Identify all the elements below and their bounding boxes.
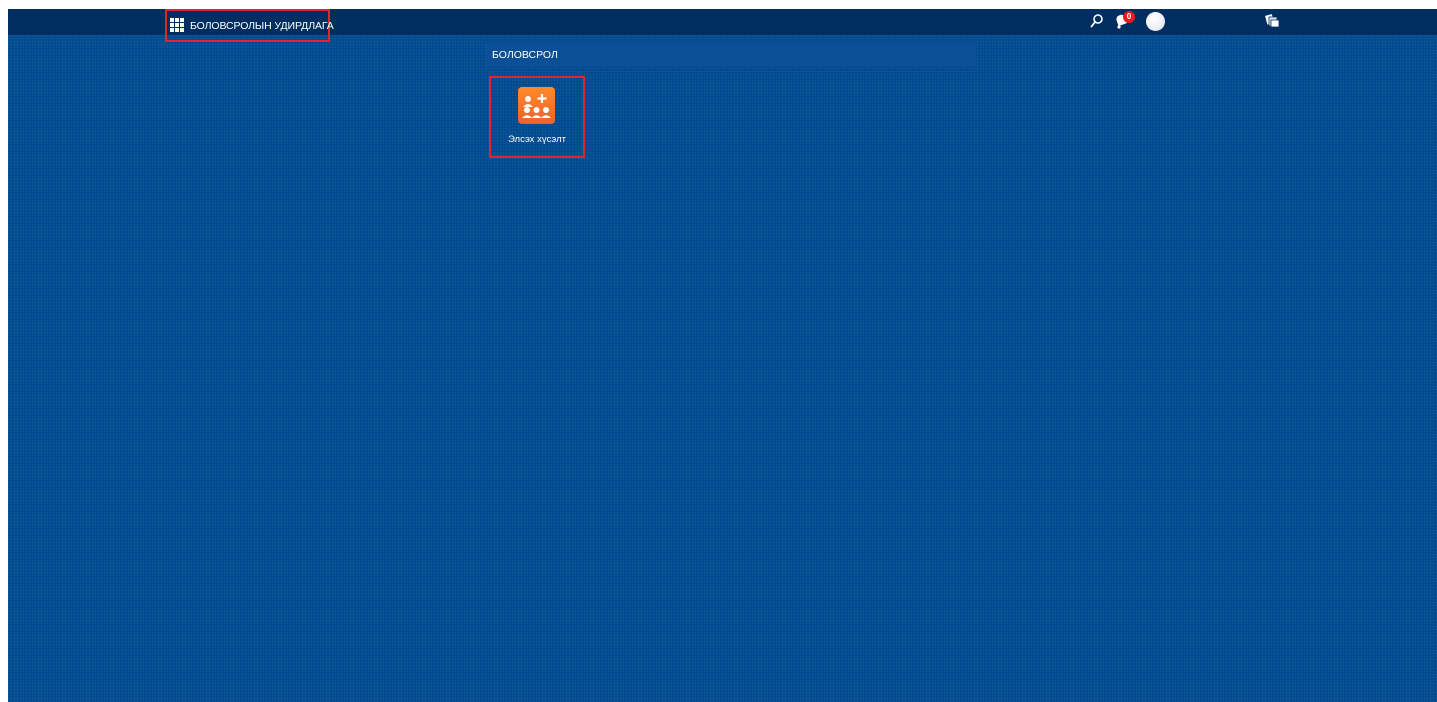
section-header: БОЛОВСРОЛ — [486, 43, 976, 67]
search-icon[interactable] — [1090, 13, 1104, 29]
add-group-icon — [518, 87, 555, 124]
tile-admission-request[interactable]: Элсэх хүсэлт — [489, 76, 585, 158]
app-grid-icon — [170, 18, 184, 33]
tabs-icon[interactable] — [1265, 14, 1280, 28]
tile-label: Элсэх хүсэлт — [508, 134, 566, 145]
app-launcher-button[interactable]: БОЛОВСРОЛЫН УДИРДЛАГА — [165, 9, 334, 42]
notification-badge: 0 — [1123, 11, 1135, 23]
app-frame: БОЛОВСРОЛЫН УДИРДЛАГА 0 БОЛОВСРОЛ Элсэх … — [8, 9, 1437, 702]
app-title: БОЛОВСРОЛЫН УДИРДЛАГА — [190, 19, 334, 32]
avatar[interactable] — [1146, 12, 1165, 31]
